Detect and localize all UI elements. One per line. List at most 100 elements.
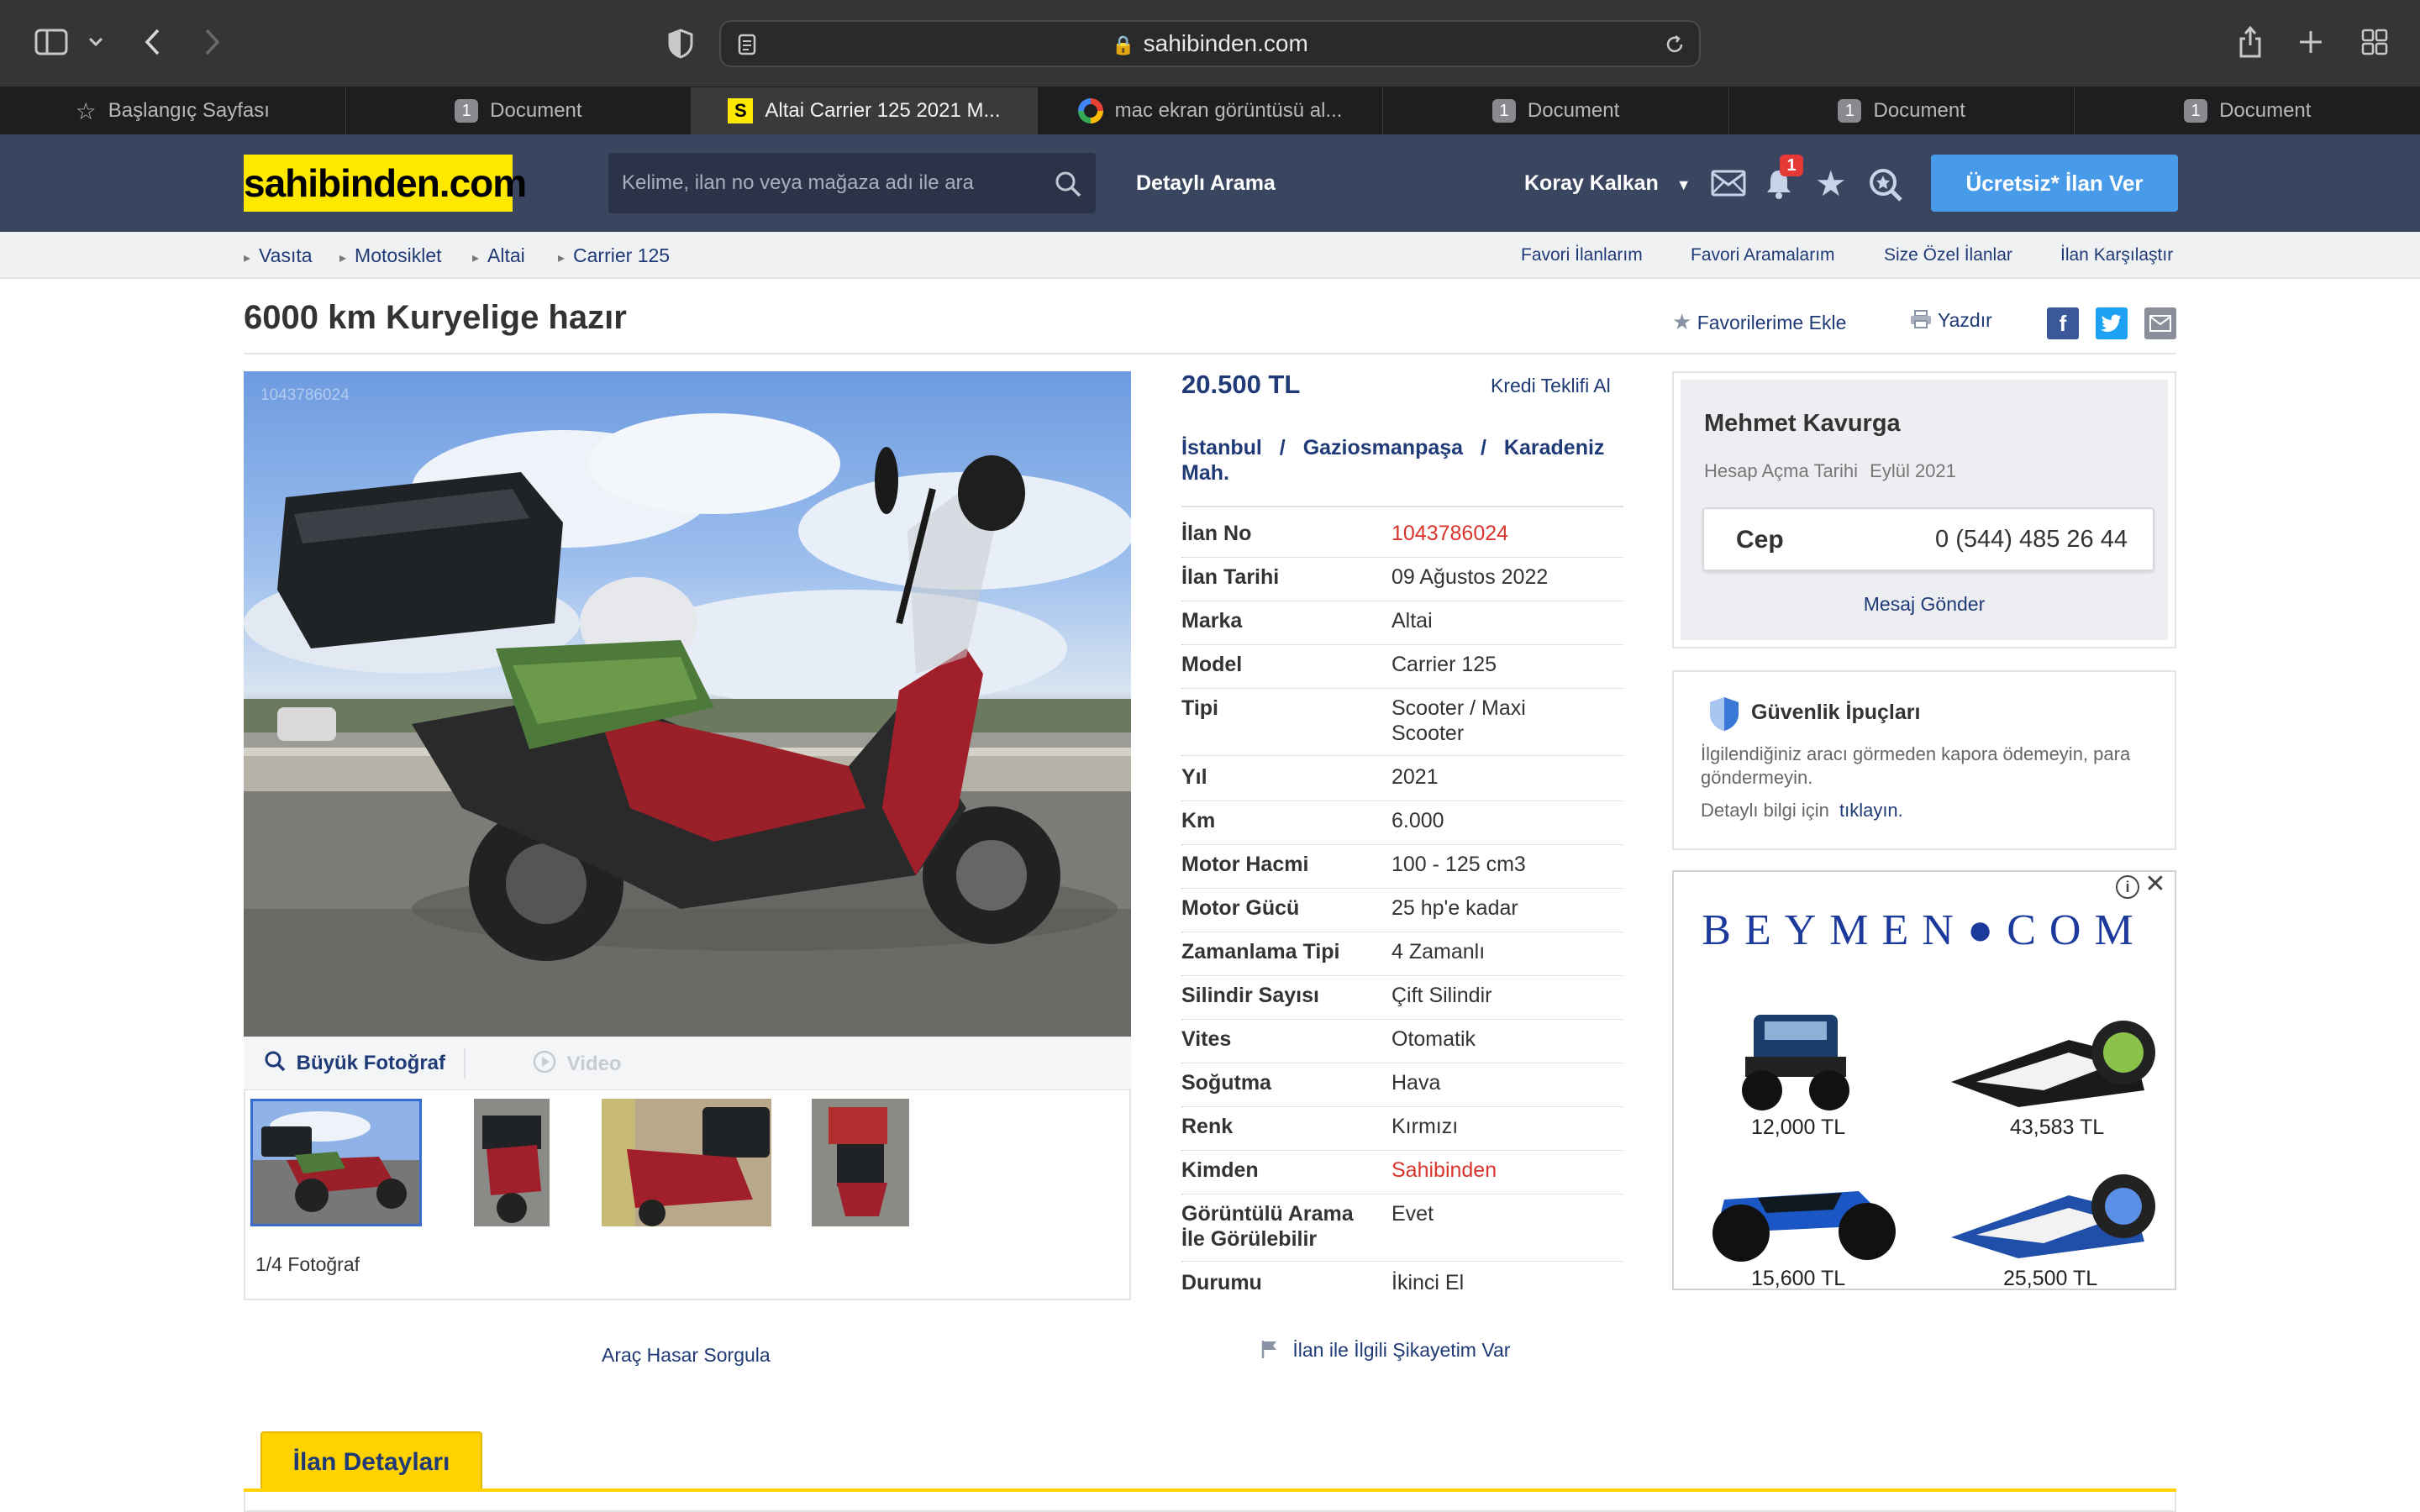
listing-location: İstanbul / Gaziosmanpaşa / Karadeniz Mah…: [1181, 435, 1623, 486]
safety-more: Detaylı bilgi için tıklayın.: [1701, 800, 1903, 821]
twitter-share-icon[interactable]: [2096, 307, 2128, 339]
lock-icon: 🔒: [1112, 34, 1135, 55]
document-badge-icon: 1: [1491, 99, 1516, 123]
spec-label: Motor Hacmi: [1181, 853, 1309, 876]
new-tab-icon[interactable]: [2296, 27, 2326, 57]
breadcrumb-item[interactable]: Vasıta: [244, 232, 313, 279]
thumbnail-1[interactable]: [250, 1099, 422, 1226]
phone-number: 0 (544) 485 26 44: [1935, 526, 2128, 553]
spec-label: Silindir Sayısı: [1181, 984, 1319, 1007]
mail-icon[interactable]: [1711, 170, 1746, 197]
spec-label: İlan No: [1181, 522, 1252, 545]
facebook-share-icon[interactable]: f: [2047, 307, 2079, 339]
google-favicon-icon: [1077, 98, 1103, 123]
seller-name[interactable]: Mehmet Kavurga: [1704, 410, 1901, 438]
tab-listing-details[interactable]: İlan Detayları: [260, 1431, 482, 1490]
back-icon[interactable]: [138, 25, 168, 59]
spec-row: Zamanlama Tipi 4 Zamanlı: [1181, 939, 1623, 976]
spec-label: Yıl: [1181, 765, 1207, 789]
location-city[interactable]: İstanbul: [1181, 436, 1262, 459]
star-icon: ★: [1672, 309, 1692, 334]
spec-row: Renk Kırmızı: [1181, 1114, 1623, 1151]
sidebar-toggle-icon[interactable]: [34, 27, 69, 57]
spec-label: Zamanlama Tipi: [1181, 940, 1340, 963]
tab-google-search[interactable]: mac ekran görüntüsü al...: [1038, 87, 1384, 134]
advertisement[interactable]: i ✕ BEYMEN●COM 12,000 TL 43,583 TL 15,60…: [1672, 870, 2176, 1290]
saved-search-icon[interactable]: [1867, 166, 1904, 203]
safety-tips-card: Güvenlik İpuçları İlgilendiğiniz aracı g…: [1672, 670, 2176, 850]
tab-start-page[interactable]: ☆ Başlangıç Sayfası: [0, 87, 346, 134]
spec-row: Tipi Scooter / Maxi Scooter: [1181, 696, 1623, 756]
spec-value: 6.000: [1392, 809, 1444, 832]
forward-icon[interactable]: [197, 25, 227, 59]
send-message-link[interactable]: Mesaj Gönder: [1681, 593, 2168, 616]
address-bar[interactable]: 🔒 sahibinden.com: [719, 20, 1701, 67]
favorite-listings-link[interactable]: Favori İlanlarım: [1521, 232, 1643, 279]
shield-icon: [1707, 696, 1741, 732]
email-share-icon[interactable]: [2144, 307, 2176, 339]
search-input[interactable]: [608, 153, 1028, 213]
complaint-link[interactable]: İlan ile İlgili Şikayetim Var: [1260, 1339, 1510, 1364]
spec-row: İlan No 1043786024: [1181, 521, 1623, 558]
big-photo-button[interactable]: Büyük Fotoğraf: [264, 1050, 445, 1078]
ad-close-icon[interactable]: ✕: [2143, 872, 2168, 897]
seller-joined: Hesap Açma Tarihi Eylül 2021: [1704, 460, 1956, 481]
ad-info-icon[interactable]: i: [2116, 875, 2139, 899]
safety-more-link[interactable]: tıklayın.: [1839, 800, 1903, 821]
breadcrumb-item[interactable]: Carrier 125: [558, 232, 670, 279]
phone-label: Cep: [1736, 526, 1784, 554]
document-badge-icon: 1: [1838, 99, 1862, 123]
user-menu[interactable]: Koray Kalkan ▼: [1524, 171, 1691, 196]
breadcrumb-item[interactable]: Altai: [472, 232, 525, 279]
detailed-search-link[interactable]: Detaylı Arama: [1136, 171, 1276, 196]
thumbnail-3[interactable]: [602, 1099, 771, 1226]
search-icon[interactable]: [1054, 170, 1082, 198]
user-name: Koray Kalkan: [1524, 171, 1659, 195]
spec-row: Silindir Sayısı Çift Silindir: [1181, 983, 1623, 1020]
breadcrumb: Vasıta Motosiklet Altai Carrier 125 Favo…: [0, 232, 2420, 279]
chevron-down-icon[interactable]: [84, 30, 108, 54]
ad-price: 15,600 TL: [1751, 1267, 1846, 1290]
spec-row: Durumu İkinci El: [1181, 1270, 1623, 1307]
favorite-searches-link[interactable]: Favori Aramalarım: [1691, 232, 1835, 279]
compare-listings-link[interactable]: İlan Karşılaştır: [2060, 232, 2173, 279]
breadcrumb-item[interactable]: Motosiklet: [339, 232, 442, 279]
privacy-shield-icon[interactable]: [664, 27, 697, 60]
sea-scooter-blue-image: [1943, 1158, 2161, 1267]
tab-document[interactable]: 1 Document: [1383, 87, 1729, 134]
print-link[interactable]: Yazdır: [1909, 309, 1992, 334]
spec-value: 09 Ağustos 2022: [1392, 565, 1549, 589]
credit-offer-link[interactable]: Kredi Teklifi Al: [1491, 375, 1611, 397]
spec-row: Görüntülü Arama İle Görülebilir Evet: [1181, 1201, 1623, 1262]
tab-document[interactable]: 1 Document: [1729, 87, 2075, 134]
main-photo[interactable]: 1043786024: [244, 371, 1131, 1037]
url-text: 🔒 sahibinden.com: [1112, 30, 1308, 56]
special-listings-link[interactable]: Size Özel İlanlar: [1884, 232, 2012, 279]
site-search: [608, 153, 1096, 213]
favorites-star-icon[interactable]: ★: [1815, 166, 1850, 202]
spec-row: Vites Otomatik: [1181, 1026, 1623, 1063]
ad-brand-logo: BEYMEN●COM: [1702, 906, 2147, 954]
spec-row: Model Carrier 125: [1181, 652, 1623, 689]
add-favorite-link[interactable]: ★ Favorilerime Ekle: [1672, 309, 1846, 335]
spec-label: Renk: [1181, 1115, 1234, 1138]
tab-overview-icon[interactable]: [2360, 27, 2390, 57]
thumbnail-2[interactable]: [474, 1099, 550, 1226]
separator: /: [1279, 436, 1286, 459]
location-district[interactable]: Gaziosmanpaşa: [1303, 436, 1463, 459]
spec-row: Marka Altai: [1181, 608, 1623, 645]
site-logo[interactable]: sahibinden.com: [244, 155, 527, 212]
tab-document[interactable]: 1 Document: [2075, 87, 2420, 134]
share-icon[interactable]: [2235, 24, 2265, 60]
separator: /: [1481, 436, 1486, 459]
spec-value: 25 hp'e kadar: [1392, 896, 1518, 920]
rc-truck-image: [1733, 1006, 1859, 1116]
seller-card: Mehmet Kavurga Hesap Açma Tarihi Eylül 2…: [1672, 371, 2176, 648]
thumbnail-4[interactable]: [812, 1099, 909, 1226]
tab-document[interactable]: 1 Document: [346, 87, 692, 134]
reload-icon[interactable]: [1662, 32, 1687, 57]
tab-sahibinden-listing[interactable]: S Altai Carrier 125 2021 M...: [692, 87, 1038, 134]
phone-box[interactable]: Cep 0 (544) 485 26 44: [1702, 507, 2154, 571]
damage-query-link[interactable]: Araç Hasar Sorgula: [602, 1344, 771, 1367]
post-listing-button[interactable]: Ücretsiz* İlan Ver: [1931, 155, 2178, 212]
